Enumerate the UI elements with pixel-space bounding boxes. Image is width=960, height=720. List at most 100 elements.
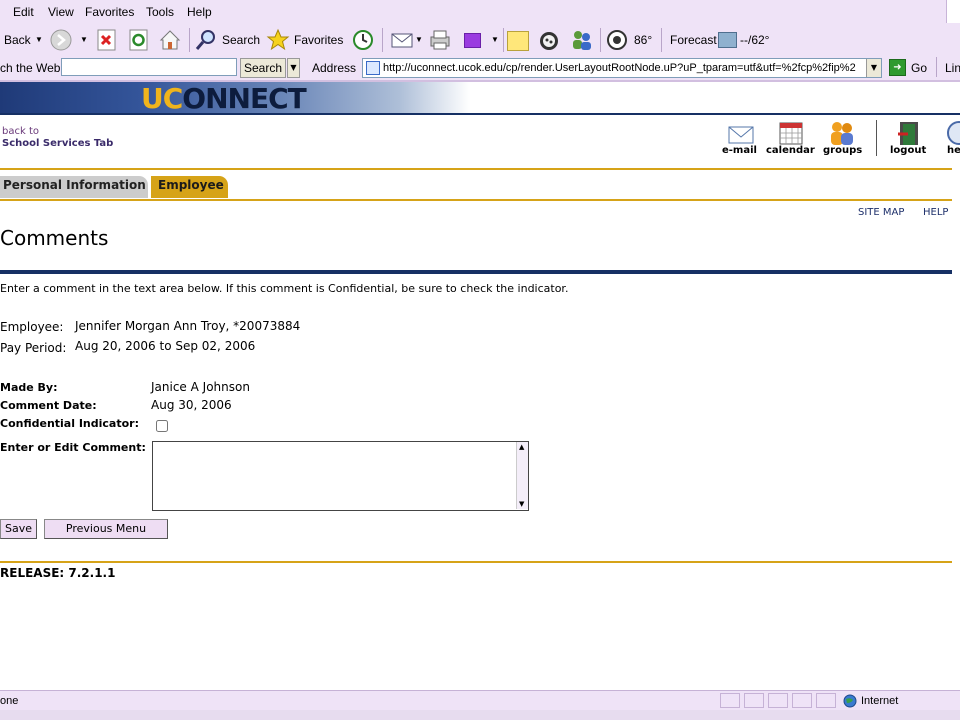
internet-globe-icon <box>843 694 857 708</box>
back-dropdown-icon[interactable]: ▼ <box>35 35 43 44</box>
logout-link[interactable]: logout <box>890 145 926 156</box>
menu-favorites[interactable]: Favorites <box>85 5 134 19</box>
forward-icon[interactable] <box>49 28 73 52</box>
menu-view[interactable]: View <box>48 5 74 19</box>
groups-icon[interactable] <box>828 120 856 146</box>
calendar-icon[interactable] <box>777 120 805 146</box>
status-cell <box>768 693 788 708</box>
page-title: Comments <box>0 226 109 250</box>
help-icon[interactable] <box>945 120 960 146</box>
messenger-dropdown-icon[interactable]: ▼ <box>491 35 499 44</box>
uconnect-banner: UCONNECT <box>0 82 960 115</box>
groups-link[interactable]: groups <box>823 145 862 156</box>
web-search-button[interactable]: Search <box>240 58 286 78</box>
status-bar: one Internet <box>0 690 960 711</box>
header-separator <box>876 120 877 156</box>
previous-menu-button[interactable]: Previous Menu <box>44 519 168 539</box>
uconnect-logo: UCONNECT <box>141 82 307 115</box>
help-link[interactable]: he <box>947 145 960 156</box>
windows-logo-icon <box>946 0 960 23</box>
web-search-label: ch the Web <box>0 61 61 75</box>
email-icon[interactable] <box>727 120 755 146</box>
messenger-square-icon[interactable] <box>464 33 481 48</box>
pay-period-value: Aug 20, 2006 to Sep 02, 2006 <box>75 339 256 353</box>
search-icon[interactable] <box>194 28 218 52</box>
employee-label: Employee: <box>0 320 64 334</box>
confidential-label: Confidential Indicator: <box>0 417 139 430</box>
stop-icon[interactable] <box>95 28 119 52</box>
toolbar-separator <box>382 28 383 52</box>
save-button[interactable]: Save <box>0 519 37 539</box>
scroll-up-icon[interactable]: ▲ <box>519 443 524 451</box>
scroll-down-icon[interactable]: ▼ <box>519 500 524 508</box>
comment-label: Enter or Edit Comment: <box>0 441 146 454</box>
comment-date-value: Aug 30, 2006 <box>151 398 232 412</box>
header-gold-rule <box>0 168 952 170</box>
print-icon[interactable] <box>428 28 452 52</box>
refresh-icon[interactable] <box>127 28 151 52</box>
back-button[interactable]: Back <box>4 33 31 47</box>
notes-icon[interactable] <box>507 31 529 51</box>
toolbar-separator <box>189 28 190 52</box>
banner-divider <box>0 113 960 115</box>
site-map-link[interactable]: SITE MAP <box>858 207 904 218</box>
address-field[interactable]: http://uconnect.ucok.edu/cp/render.UserL… <box>362 58 882 78</box>
tab-employee[interactable]: Employee <box>151 176 228 198</box>
tab-personal-information[interactable]: Personal Information <box>0 176 148 198</box>
menu-tools[interactable]: Tools <box>146 5 174 19</box>
comment-scrollbar[interactable]: ▲ ▼ <box>516 442 528 509</box>
confidential-checkbox[interactable] <box>156 420 168 432</box>
status-text: one <box>0 695 19 707</box>
address-dropdown-icon[interactable]: ▼ <box>866 59 881 77</box>
comment-date-label: Comment Date: <box>0 399 97 412</box>
email-link[interactable]: e-mail <box>722 145 757 156</box>
comment-textarea[interactable] <box>152 441 529 511</box>
taskbar-edge <box>0 710 960 720</box>
address-url: http://uconnect.ucok.edu/cp/render.UserL… <box>383 62 856 74</box>
tab-gold-rule <box>0 199 952 201</box>
forward-dropdown-icon[interactable]: ▼ <box>80 35 88 44</box>
history-icon[interactable] <box>351 28 375 52</box>
instructions-text: Enter a comment in the text area below. … <box>0 282 569 295</box>
messenger-people-icon[interactable] <box>570 28 594 52</box>
forecast-label[interactable]: Forecast <box>670 33 717 47</box>
release-version: RELEASE: 7.2.1.1 <box>0 566 116 580</box>
help-text-link[interactable]: HELP <box>923 207 948 218</box>
mail-dropdown-icon[interactable]: ▼ <box>415 35 423 44</box>
school-services-tab-link[interactable]: School Services Tab <box>2 138 113 149</box>
made-by-value: Janice A Johnson <box>151 380 250 394</box>
favorites-button[interactable]: Favorites <box>294 33 343 47</box>
toolbar-separator <box>503 28 504 52</box>
favorites-star-icon[interactable] <box>266 28 290 52</box>
browser-toolbar: Back ▼ ▼ Search Favorites ▼ ▼ 86° Foreca… <box>0 24 960 57</box>
footer-gold-rule <box>0 561 952 563</box>
ladybug-icon[interactable] <box>537 28 561 52</box>
employee-value: Jennifer Morgan Ann Troy, *20073884 <box>75 319 301 333</box>
web-search-input[interactable] <box>61 58 237 76</box>
calendar-link[interactable]: calendar <box>766 145 815 156</box>
web-search-dropdown-icon[interactable]: ▼ <box>287 58 300 78</box>
menu-bar: Edit View Favorites Tools Help <box>0 0 960 25</box>
weather-temperature: 86° <box>634 33 653 47</box>
home-icon[interactable] <box>158 28 182 52</box>
status-cell <box>744 693 764 708</box>
back-to-label[interactable]: back to <box>2 126 39 137</box>
search-button[interactable]: Search <box>222 33 260 47</box>
go-button[interactable]: Go <box>911 61 927 75</box>
address-bar-row: ch the Web Search ▼ Address http://uconn… <box>0 56 960 82</box>
toolbar-separator <box>661 28 662 52</box>
status-cell <box>816 693 836 708</box>
zone-label: Internet <box>861 695 899 707</box>
logout-door-icon[interactable] <box>896 120 924 146</box>
links-label[interactable]: Lin <box>945 61 960 75</box>
made-by-label: Made By: <box>0 381 58 394</box>
go-arrow-icon[interactable]: ➜ <box>889 59 906 76</box>
menu-edit[interactable]: Edit <box>13 5 34 19</box>
menu-help[interactable]: Help <box>187 5 212 19</box>
mail-icon[interactable] <box>390 28 414 52</box>
address-label: Address <box>312 61 357 75</box>
toolbar-separator <box>936 57 937 77</box>
title-navy-rule <box>0 270 952 274</box>
page-icon <box>366 61 380 75</box>
status-cell <box>792 693 812 708</box>
